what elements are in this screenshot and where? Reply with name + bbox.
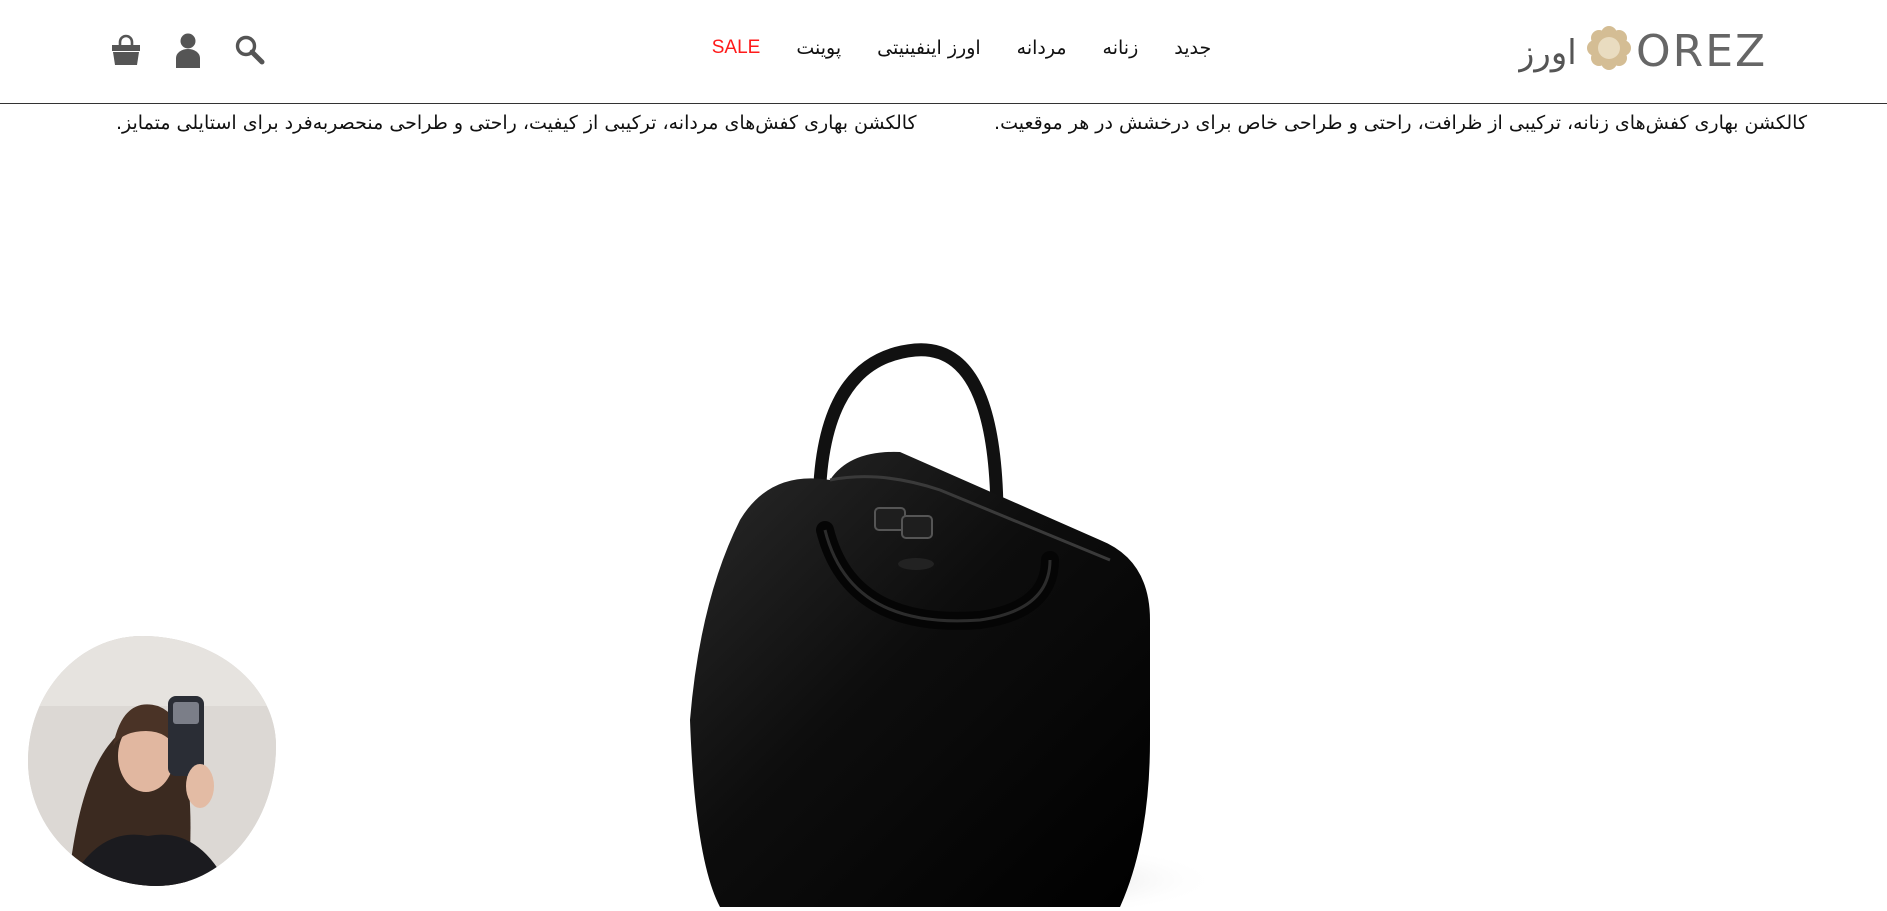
nav-point[interactable]: پوینت <box>796 37 841 59</box>
site-header: جدید زنانه مردانه اورز اینفینیتی پوینت S… <box>0 0 1887 104</box>
orez-logo: اورز OREZ <box>1516 26 1767 77</box>
nav-new[interactable]: جدید <box>1174 37 1211 59</box>
nav-orez-infinity[interactable]: اورز اینفینیتی <box>877 37 981 59</box>
logo-persian: اورز <box>1518 33 1577 73</box>
nav-women[interactable]: زنانه <box>1103 37 1139 59</box>
flower-emblem <box>1587 26 1631 70</box>
logo-latin: OREZ <box>1636 26 1767 74</box>
story-avatar[interactable] <box>28 636 276 886</box>
promo-men-text: کالکشن بهاری کفش‌های مردانه، ترکیبی از ک… <box>116 112 917 134</box>
site-logo[interactable]: اورز OREZ <box>1516 22 1770 77</box>
promo-women-text: کالکشن بهاری کفش‌های زنانه، ترکیبی از ظر… <box>994 112 1807 134</box>
nav-sale[interactable]: SALE <box>712 37 761 59</box>
nav-men[interactable]: مردانه <box>1017 37 1067 59</box>
hero-handbag-image <box>680 320 1220 911</box>
